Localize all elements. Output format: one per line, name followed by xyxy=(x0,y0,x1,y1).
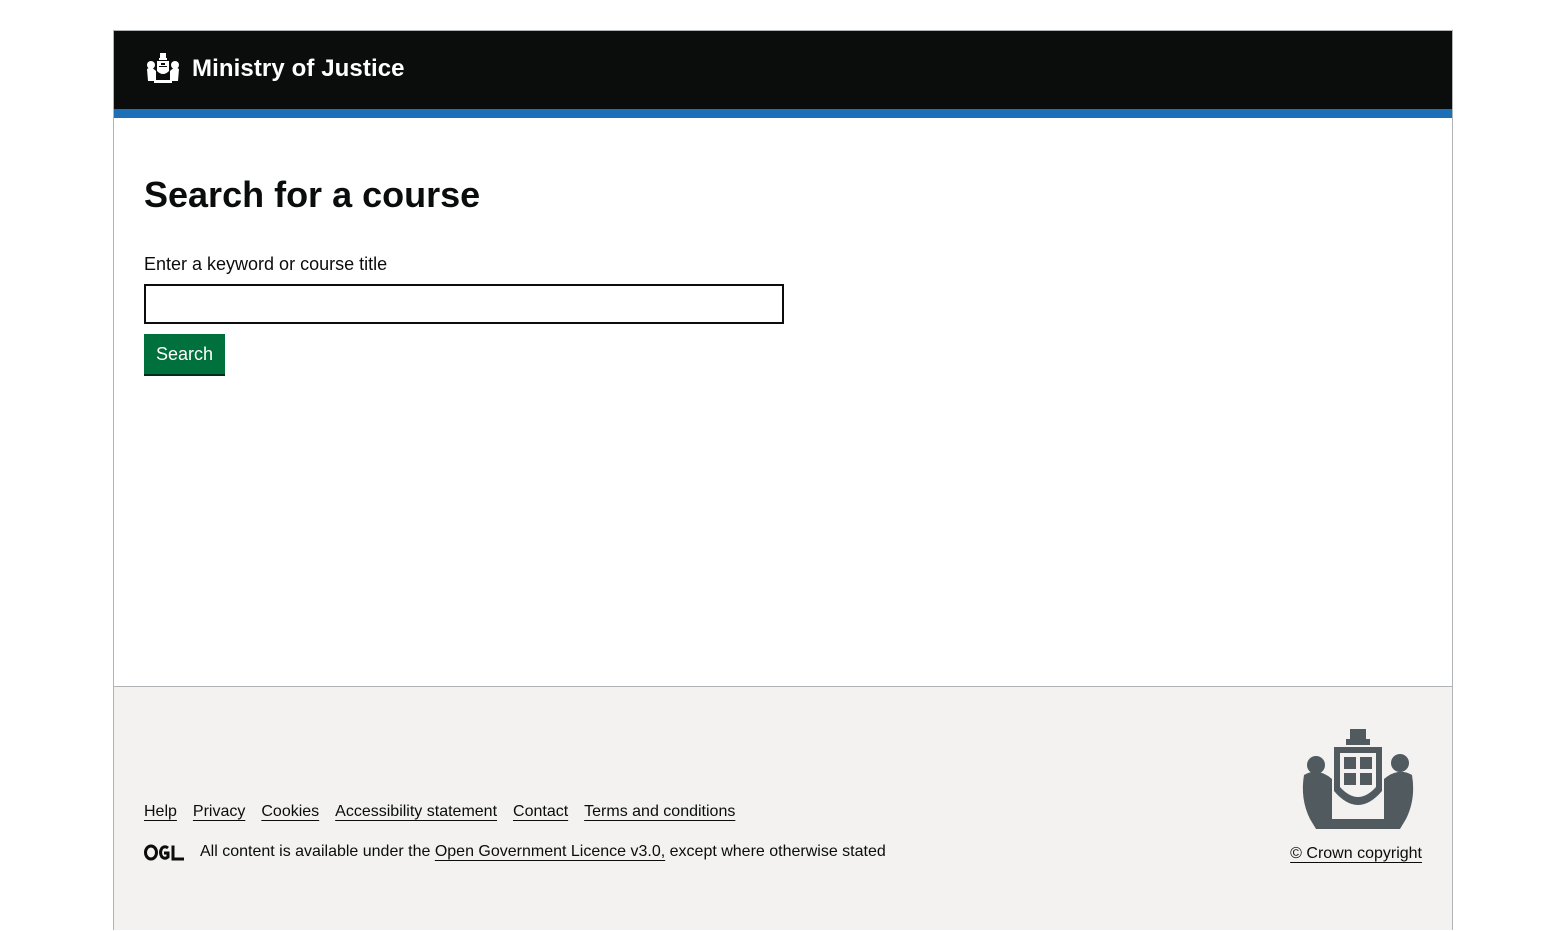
ogl-logo-icon xyxy=(144,844,184,860)
licence-prefix: All content is available under the xyxy=(200,843,431,860)
search-input[interactable] xyxy=(144,284,784,324)
footer-links: Help Privacy Cookies Accessibility state… xyxy=(144,803,735,821)
royal-crest-icon xyxy=(147,53,179,83)
licence-link[interactable]: Open Government Licence v3.0, xyxy=(435,843,665,860)
page-frame: Ministry of Justice Search for a course … xyxy=(113,30,1453,930)
main-content: Search for a course Enter a keyword or c… xyxy=(114,118,1452,685)
licence-suffix: except where otherwise stated xyxy=(669,843,886,860)
footer-link-accessibility[interactable]: Accessibility statement xyxy=(335,803,497,821)
footer-link-contact[interactable]: Contact xyxy=(513,803,568,821)
search-label: Enter a keyword or course title xyxy=(144,254,388,274)
site-header: Ministry of Justice xyxy=(114,31,1452,109)
footer-link-cookies[interactable]: Cookies xyxy=(261,803,319,821)
brand-name: Ministry of Justice xyxy=(192,55,405,82)
licence-statement: All content is available under the Open … xyxy=(144,843,886,861)
footer-link-privacy[interactable]: Privacy xyxy=(193,803,245,821)
search-button[interactable]: Search xyxy=(144,334,226,374)
header-accent-bar xyxy=(114,109,1452,118)
site-footer: Help Privacy Cookies Accessibility state… xyxy=(114,686,1452,930)
footer-link-help[interactable]: Help xyxy=(144,803,177,821)
copyright: © Crown copyright xyxy=(1290,845,1422,863)
crown-copyright-link[interactable]: © Crown copyright xyxy=(1290,845,1422,862)
footer-link-terms[interactable]: Terms and conditions xyxy=(584,803,735,821)
page-title: Search for a course xyxy=(144,174,481,215)
home-link[interactable]: Ministry of Justice xyxy=(144,51,405,87)
royal-coat-of-arms-icon xyxy=(1302,729,1414,829)
